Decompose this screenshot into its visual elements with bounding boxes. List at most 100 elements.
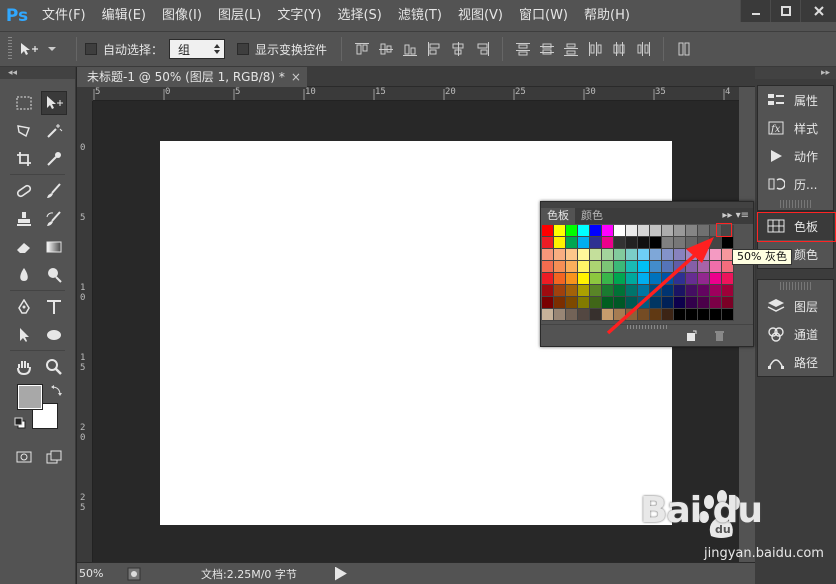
tool-preset-picker[interactable] bbox=[18, 41, 56, 57]
color-swatch[interactable] bbox=[554, 225, 566, 237]
history-panel-button[interactable]: 历... bbox=[758, 170, 833, 198]
healing-brush-icon[interactable] bbox=[11, 179, 37, 203]
color-swatch[interactable] bbox=[542, 273, 554, 285]
color-swatch[interactable] bbox=[566, 225, 578, 237]
color-swatch[interactable] bbox=[554, 273, 566, 285]
pen-tool-icon[interactable] bbox=[11, 295, 37, 319]
menu-file[interactable]: 文件(F) bbox=[34, 0, 94, 31]
status-arrow-icon[interactable] bbox=[334, 566, 347, 581]
align-vcenter-icon[interactable] bbox=[377, 40, 395, 58]
screen-mode-icon[interactable] bbox=[41, 445, 67, 469]
lasso-tool-icon[interactable] bbox=[11, 119, 37, 143]
hand-tool-icon[interactable] bbox=[11, 355, 37, 379]
color-swatch[interactable] bbox=[542, 237, 554, 249]
path-selection-icon[interactable] bbox=[11, 323, 37, 347]
color-swatch[interactable] bbox=[578, 225, 590, 237]
maximize-button[interactable] bbox=[770, 0, 800, 22]
distribute-bottom-icon[interactable] bbox=[562, 40, 580, 58]
color-swatch[interactable] bbox=[566, 273, 578, 285]
color-swatch[interactable] bbox=[578, 309, 590, 321]
color-swatch[interactable] bbox=[566, 261, 578, 273]
align-left-icon[interactable] bbox=[425, 40, 443, 58]
zoom-tool-icon[interactable] bbox=[41, 355, 67, 379]
crop-tool-icon[interactable] bbox=[11, 147, 37, 171]
color-swatch[interactable] bbox=[566, 297, 578, 309]
dodge-tool-icon[interactable] bbox=[41, 263, 67, 287]
menu-edit[interactable]: 编辑(E) bbox=[94, 0, 154, 31]
close-tab-icon[interactable]: × bbox=[291, 67, 301, 87]
color-swatch[interactable] bbox=[566, 249, 578, 261]
color-swatch[interactable] bbox=[542, 225, 554, 237]
horizontal-ruler[interactable]: 5 0 5 10 15 20 25 30 35 4 bbox=[93, 87, 739, 101]
align-bottom-icon[interactable] bbox=[401, 40, 419, 58]
align-top-icon[interactable] bbox=[353, 40, 371, 58]
color-swatch[interactable] bbox=[542, 309, 554, 321]
menu-type[interactable]: 文字(Y) bbox=[269, 0, 329, 31]
auto-align-layers-icon[interactable] bbox=[675, 40, 693, 58]
menu-filter[interactable]: 滤镜(T) bbox=[390, 0, 450, 31]
zoom-level[interactable]: 50% bbox=[77, 567, 127, 580]
color-swatch[interactable] bbox=[578, 273, 590, 285]
color-swatch[interactable] bbox=[566, 309, 578, 321]
history-brush-icon[interactable] bbox=[41, 207, 67, 231]
color-swatch[interactable] bbox=[542, 261, 554, 273]
distribute-left-icon[interactable] bbox=[586, 40, 604, 58]
dock-collapse-toggle[interactable]: ▸▸ bbox=[755, 67, 836, 79]
eyedropper-icon[interactable] bbox=[41, 147, 67, 171]
color-swatch[interactable] bbox=[554, 261, 566, 273]
ellipse-tool-icon[interactable] bbox=[41, 323, 67, 347]
menu-help[interactable]: 帮助(H) bbox=[576, 0, 638, 31]
menu-image[interactable]: 图像(I) bbox=[154, 0, 210, 31]
gradient-tool-icon[interactable] bbox=[41, 235, 67, 259]
status-menu-icon[interactable] bbox=[127, 567, 141, 581]
color-swatch[interactable] bbox=[554, 297, 566, 309]
menu-select[interactable]: 选择(S) bbox=[329, 0, 389, 31]
minimize-button[interactable] bbox=[740, 0, 770, 22]
clone-stamp-icon[interactable] bbox=[11, 207, 37, 231]
ruler-origin[interactable] bbox=[77, 87, 93, 101]
panel-menu-icon[interactable]: ▸▸ ▾≡ bbox=[722, 208, 749, 224]
marquee-tool-icon[interactable] bbox=[11, 91, 37, 115]
document-tab[interactable]: 未标题-1 @ 50% (图层 1, RGB/8) * × bbox=[77, 67, 307, 87]
menu-view[interactable]: 视图(V) bbox=[450, 0, 511, 31]
auto-select-target-select[interactable]: 组 bbox=[169, 39, 226, 59]
eraser-tool-icon[interactable] bbox=[11, 235, 37, 259]
distribute-hcenter-icon[interactable] bbox=[610, 40, 628, 58]
blur-tool-icon[interactable] bbox=[11, 263, 37, 287]
align-hcenter-icon[interactable] bbox=[449, 40, 467, 58]
type-tool-icon[interactable] bbox=[41, 295, 67, 319]
color-swatch[interactable] bbox=[554, 237, 566, 249]
color-swatch[interactable] bbox=[578, 261, 590, 273]
color-swatch[interactable] bbox=[578, 249, 590, 261]
tools-collapse-toggle[interactable]: ◂◂ bbox=[0, 67, 75, 79]
layers-panel-button[interactable]: 图层 bbox=[758, 292, 833, 320]
distribute-right-icon[interactable] bbox=[634, 40, 652, 58]
quick-mask-icon[interactable] bbox=[11, 445, 37, 469]
color-swatch[interactable] bbox=[542, 249, 554, 261]
tab-swatches[interactable]: 色板 bbox=[541, 208, 575, 224]
color-swatch[interactable] bbox=[566, 285, 578, 297]
color-swatch[interactable] bbox=[578, 285, 590, 297]
color-swatch[interactable] bbox=[566, 237, 578, 249]
color-swatch[interactable] bbox=[578, 237, 590, 249]
close-window-button[interactable] bbox=[800, 0, 836, 22]
color-swatch[interactable] bbox=[554, 285, 566, 297]
default-colors-icon[interactable] bbox=[14, 417, 26, 429]
dock-grip[interactable] bbox=[780, 282, 811, 290]
paths-panel-button[interactable]: 路径 bbox=[758, 348, 833, 376]
actions-panel-button[interactable]: 动作 bbox=[758, 142, 833, 170]
auto-select-checkbox[interactable] bbox=[85, 43, 97, 55]
channels-panel-button[interactable]: 通道 bbox=[758, 320, 833, 348]
distribute-top-icon[interactable] bbox=[514, 40, 532, 58]
swap-colors-icon[interactable] bbox=[50, 385, 62, 397]
color-swatch[interactable] bbox=[578, 297, 590, 309]
dock-grip[interactable] bbox=[780, 200, 811, 208]
show-transform-checkbox[interactable] bbox=[237, 43, 250, 55]
align-right-icon[interactable] bbox=[473, 40, 491, 58]
tab-color[interactable]: 颜色 bbox=[575, 208, 609, 224]
distribute-vcenter-icon[interactable] bbox=[538, 40, 556, 58]
foreground-color[interactable] bbox=[17, 384, 43, 410]
options-grip[interactable] bbox=[8, 37, 12, 61]
brush-tool-icon[interactable] bbox=[41, 179, 67, 203]
menu-window[interactable]: 窗口(W) bbox=[511, 0, 576, 31]
